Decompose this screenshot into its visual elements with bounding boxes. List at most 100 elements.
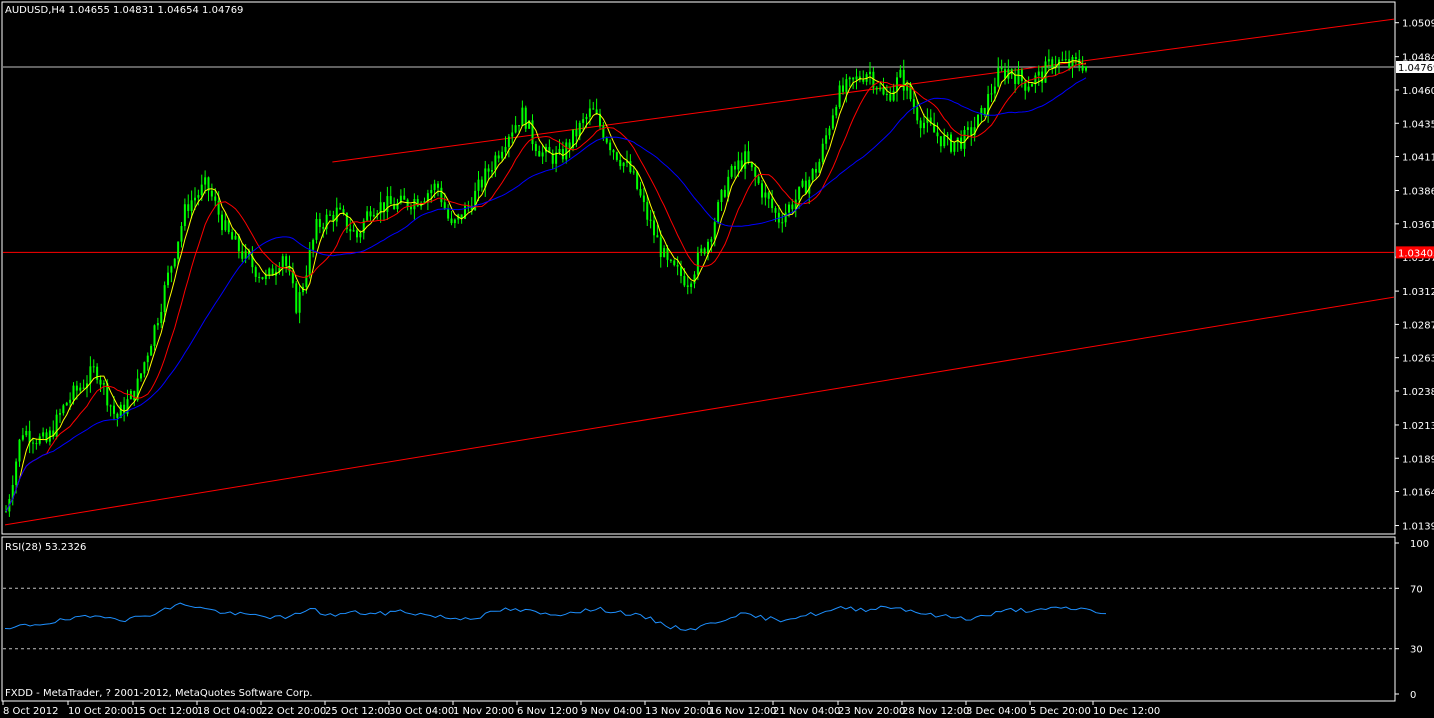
candle-body <box>261 277 264 280</box>
candle-body <box>123 404 126 414</box>
candle-body <box>852 77 855 80</box>
candle-body <box>612 150 615 153</box>
candle-body <box>234 235 237 240</box>
candle-body <box>447 208 450 219</box>
candle-body <box>993 86 996 94</box>
candle-body <box>187 204 190 211</box>
candle-body <box>538 151 541 157</box>
price-tick-label: 1.05095 <box>1402 19 1434 30</box>
candle-body <box>713 222 716 240</box>
candle-body <box>518 125 520 127</box>
price-tick-label: 1.01395 <box>1402 522 1434 533</box>
candle-body <box>1081 65 1084 71</box>
candle-body <box>450 218 453 224</box>
candle-body <box>231 232 234 240</box>
chart-area[interactable]: 1.050951.048451.046001.043551.041101.038… <box>0 0 1434 718</box>
candle-body <box>18 439 21 462</box>
candle-body <box>295 283 298 313</box>
rsi-tick-label: 100 <box>1410 539 1429 550</box>
candle-body <box>180 226 183 242</box>
candle-body <box>970 127 973 136</box>
candle-body <box>828 128 831 136</box>
time-tick-label: 28 Nov 12:00 <box>902 706 969 717</box>
candle-body <box>673 260 676 266</box>
candle-body <box>403 195 406 200</box>
candle-body <box>629 161 632 173</box>
candle-body <box>889 93 892 101</box>
candle-body <box>835 107 838 116</box>
candle-body <box>764 192 767 198</box>
candle-body <box>487 168 490 172</box>
candle-body <box>943 135 946 147</box>
candle-body <box>855 76 858 80</box>
candle-body <box>882 87 885 95</box>
candle-body <box>116 413 119 418</box>
candle-body <box>241 251 244 259</box>
candle-body <box>619 159 622 167</box>
candle-body <box>55 414 58 437</box>
time-tick-label: 13 Nov 20:00 <box>645 706 712 717</box>
candle-body <box>430 189 433 194</box>
candle-body <box>146 355 149 363</box>
candle-body <box>342 209 345 213</box>
candle-body <box>639 189 642 196</box>
candle-body <box>825 135 828 144</box>
candle-body <box>59 413 61 415</box>
candle-body <box>774 208 777 213</box>
candle-body <box>693 274 696 284</box>
candle-body <box>1068 59 1071 68</box>
candle-body <box>82 387 85 389</box>
time-tick-label: 16 Nov 12:00 <box>709 706 776 717</box>
candle-body <box>45 432 48 442</box>
price-tick-label: 1.02385 <box>1402 387 1434 398</box>
candle-body <box>966 127 969 130</box>
candle-body <box>200 184 203 196</box>
candle-body <box>831 115 834 129</box>
candle-body <box>244 250 247 259</box>
candle-body <box>514 125 517 133</box>
candle-body <box>798 186 801 200</box>
candle-body <box>35 443 38 445</box>
candle-body <box>322 227 325 229</box>
candle-body <box>585 116 588 120</box>
candle-body <box>524 107 527 129</box>
candle-body <box>102 383 105 385</box>
candle-body <box>558 148 561 153</box>
candle-body <box>433 183 436 190</box>
candle-body <box>811 169 814 180</box>
candle-body <box>443 202 446 209</box>
candle-body <box>990 93 993 95</box>
candle-body <box>494 155 497 171</box>
price-tick-label: 1.02630 <box>1402 354 1434 365</box>
candle-body <box>312 239 315 250</box>
candle-body <box>221 214 223 231</box>
candle-body <box>561 148 564 160</box>
candle-body <box>919 120 922 129</box>
candle-body <box>622 162 625 167</box>
candle-body <box>356 230 358 238</box>
rsi-tick-label: 30 <box>1410 645 1423 656</box>
candle-body <box>818 161 821 173</box>
candle-body <box>734 166 736 170</box>
candle-body <box>150 346 153 356</box>
candle-body <box>754 167 757 177</box>
time-tick-label: 3 Dec 04:00 <box>966 706 1027 717</box>
candle-body <box>197 195 200 198</box>
candle-body <box>298 292 301 313</box>
candle-body <box>386 196 389 212</box>
candle-body <box>912 99 915 108</box>
candle-body <box>680 266 682 276</box>
candle-body <box>771 198 774 209</box>
candle-body <box>541 152 544 157</box>
candle-body <box>696 252 699 275</box>
candle-body <box>588 108 591 117</box>
candle-body <box>504 146 507 152</box>
candle-body <box>953 142 956 152</box>
candle-body <box>210 190 213 197</box>
candle-body <box>663 248 666 257</box>
candle-body <box>950 134 952 152</box>
time-tick-label: 5 Dec 20:00 <box>1030 706 1091 717</box>
candle-body <box>372 214 375 217</box>
candle-body <box>676 265 679 267</box>
candle-body <box>801 180 804 187</box>
